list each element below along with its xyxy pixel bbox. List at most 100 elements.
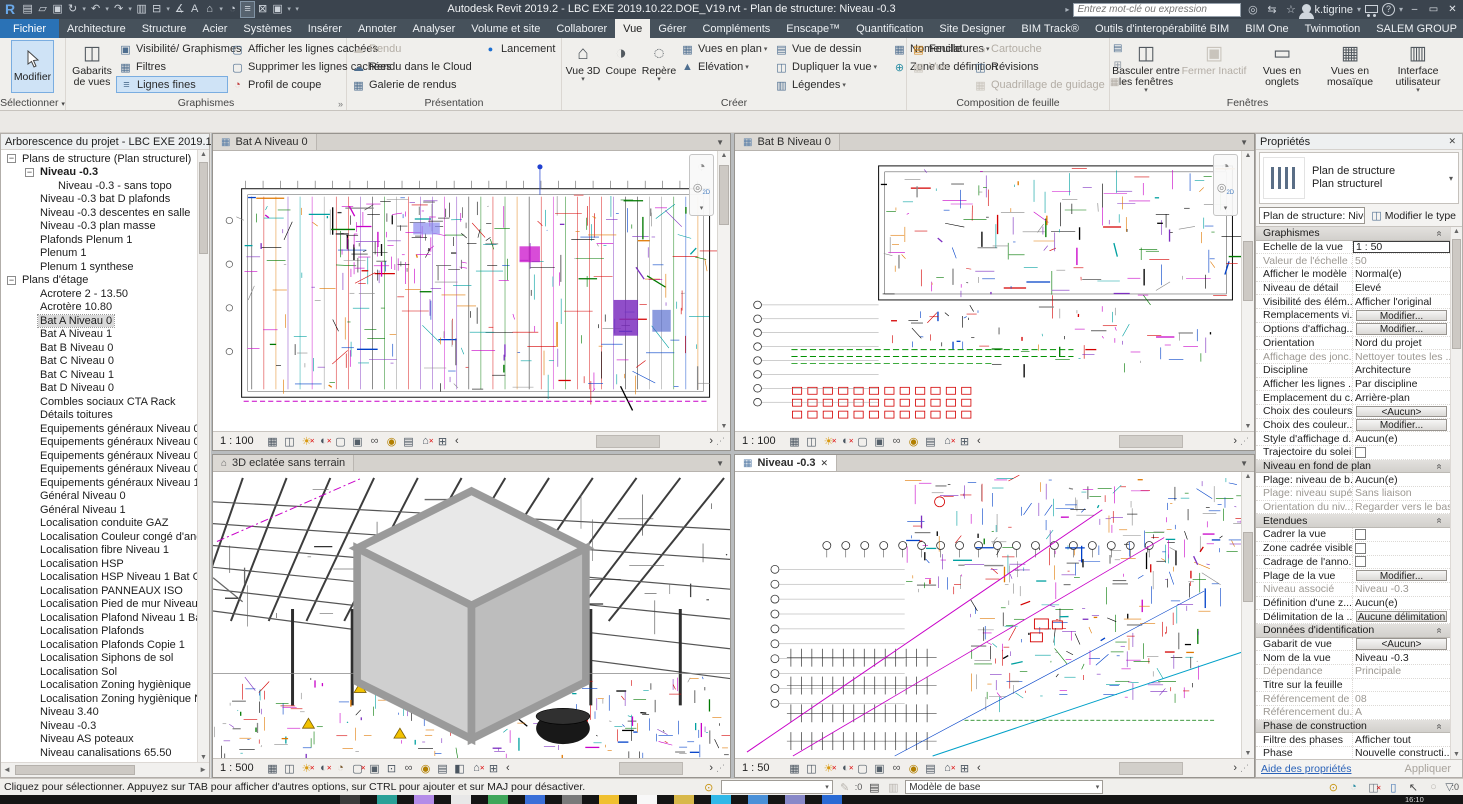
crop-view-icon[interactable]: ▢ xyxy=(854,435,871,448)
view-tab[interactable]: ▦Bat A Niveau 0 xyxy=(213,134,317,150)
tree-item[interactable]: Localisation Pied de mur Niveau 1 B xyxy=(1,598,197,612)
show-crop-icon[interactable]: ▣ xyxy=(871,762,888,775)
legends-button[interactable]: ▥Légendes▾ xyxy=(772,76,890,94)
properties-vertical-scrollbar[interactable]: ▲ ▼ xyxy=(1450,227,1462,759)
shadows-icon[interactable]: ◐ xyxy=(837,762,854,775)
scroll-left-icon[interactable]: ◄ xyxy=(3,765,11,774)
tree-item[interactable]: Général Niveau 0 xyxy=(1,490,197,504)
property-row[interactable]: Référencement du...A xyxy=(1256,706,1450,720)
expander-icon[interactable] xyxy=(25,735,34,744)
reveal-constraints-icon[interactable]: ⊞ xyxy=(485,762,502,775)
drawing-canvas[interactable] xyxy=(213,472,730,758)
view-templates-button[interactable]: ◫ Gabarits de vues xyxy=(68,39,116,88)
tree-item[interactable]: Equipements généraux Niveau 0 Ba xyxy=(1,449,197,463)
expander-icon[interactable] xyxy=(43,181,52,190)
expander-icon[interactable] xyxy=(25,505,34,514)
revisions-button[interactable]: ◫Révisions xyxy=(971,58,1109,76)
ribbon-tab[interactable]: Annoter xyxy=(350,19,405,38)
tree-item[interactable]: Niveau AS poteaux xyxy=(1,733,197,747)
restore-button[interactable]: ▭ xyxy=(1426,4,1441,15)
visibility-graphics-button[interactable]: ▣Visibilité/ Graphismes xyxy=(116,40,228,58)
tree-item[interactable]: Acrotère 10.80 xyxy=(1,301,197,315)
resize-grip-icon[interactable]: ⋰ xyxy=(716,763,727,774)
expander-icon[interactable] xyxy=(25,411,34,420)
visual-style-icon[interactable]: ◫ xyxy=(803,762,820,775)
property-row[interactable]: Orientation du niv...Regarder vers le ba… xyxy=(1256,501,1450,515)
ribbon-tab[interactable]: SALEM GROUP xyxy=(1368,19,1463,38)
expander-icon[interactable] xyxy=(25,465,34,474)
zoom-icon[interactable]: ◎2D xyxy=(1217,181,1234,196)
visual-style-icon[interactable]: ◫ xyxy=(803,435,820,448)
tree-item[interactable]: Général Niveau 1 xyxy=(1,503,197,517)
expander-icon[interactable] xyxy=(25,640,34,649)
tree-item[interactable]: Localisation Plafond Niveau 1 Bat xyxy=(1,611,197,625)
panel-label-select[interactable]: Sélectionner ▾ xyxy=(0,96,65,110)
expander-icon[interactable] xyxy=(25,208,34,217)
expander-icon[interactable] xyxy=(25,370,34,379)
expander-icon[interactable] xyxy=(25,249,34,258)
expander-icon[interactable] xyxy=(25,384,34,393)
taskbar-app-sliver[interactable] xyxy=(711,795,731,804)
analytical-model-icon[interactable]: ⌂ xyxy=(939,762,956,775)
taskbar-app-sliver[interactable] xyxy=(488,795,508,804)
duplicate-view-button[interactable]: ◫Dupliquer la vue▾ xyxy=(772,58,890,76)
tree-item[interactable]: Détails toitures xyxy=(1,409,197,423)
tree-item[interactable]: Combles sociaux CTA Rack xyxy=(1,395,197,409)
expander-icon[interactable] xyxy=(25,195,34,204)
ribbon-tab[interactable]: Enscape™ xyxy=(778,19,848,38)
drafting-view-button[interactable]: ▤Vue de dessin xyxy=(772,40,890,58)
print-icon[interactable]: ▥ xyxy=(134,1,149,18)
tree-item[interactable]: Bat D Niveau 0 xyxy=(1,382,197,396)
expander-icon[interactable] xyxy=(25,478,34,487)
property-row[interactable]: Emplacement du c...Arrière-plan xyxy=(1256,391,1450,405)
minimize-button[interactable]: – xyxy=(1407,4,1422,15)
scroll-right-icon[interactable]: › xyxy=(1230,435,1240,447)
scroll-thumb[interactable] xyxy=(199,162,208,254)
thin-lines-button[interactable]: ≡Lignes fines xyxy=(116,76,228,93)
ribbon-tab[interactable]: Systèmes xyxy=(235,19,299,38)
expander-icon[interactable] xyxy=(25,586,34,595)
analytical-model-icon[interactable]: ⌂ xyxy=(939,435,956,448)
text-icon[interactable]: A xyxy=(187,1,202,18)
detail-level-icon[interactable]: ▦ xyxy=(786,435,803,448)
expander-icon[interactable]: − xyxy=(7,276,16,285)
shadows-icon[interactable]: ◐ xyxy=(315,762,332,775)
property-row[interactable]: Niveau associéNiveau -0.3 xyxy=(1256,583,1450,597)
worksets-icon[interactable]: ⊙ xyxy=(702,781,716,794)
temporary-hide-isolate-icon[interactable]: ∞ xyxy=(366,435,383,448)
scale-control[interactable]: 1 : 100 xyxy=(216,435,264,447)
tree-item[interactable]: Acrotere 2 - 13.50 xyxy=(1,287,197,301)
visual-style-icon[interactable]: ◫ xyxy=(281,435,298,448)
expander-icon[interactable] xyxy=(25,235,34,244)
property-row[interactable]: Visibilité des élém...Afficher l'origina… xyxy=(1256,295,1450,309)
property-row[interactable]: Affichage des jonc...Nettoyer toutes les… xyxy=(1256,350,1450,364)
tree-item[interactable]: Localisation Plafonds xyxy=(1,625,197,639)
tree-item[interactable]: Localisation Siphons de sol xyxy=(1,652,197,666)
zoom-icon[interactable]: ◎2D xyxy=(693,181,710,196)
property-row[interactable]: Trajectoire du soleil xyxy=(1256,446,1450,460)
tile-views-button[interactable]: ▦Vues en mosaïque xyxy=(1316,39,1384,95)
property-row[interactable]: Zone cadrée visible xyxy=(1256,542,1450,556)
taskbar-app-sliver[interactable] xyxy=(414,795,434,804)
scroll-right-icon[interactable]: › xyxy=(1230,762,1240,774)
reveal-hidden-elements-icon[interactable]: ◉ xyxy=(417,762,434,775)
select-underlay-elements-icon[interactable]: ◫ xyxy=(1366,781,1380,794)
property-row[interactable]: Référencement de ...08 xyxy=(1256,692,1450,706)
detail-level-icon[interactable]: ▦ xyxy=(264,435,281,448)
canvas-vertical-scrollbar[interactable]: ▲▼ xyxy=(717,151,730,431)
show-crop-icon[interactable]: ▣ xyxy=(349,435,366,448)
tree-item[interactable]: Localisation Zoning hygiènique Niv xyxy=(1,692,197,706)
tab-views-button[interactable]: ▭Vues en onglets xyxy=(1248,39,1316,95)
property-row[interactable]: Etendues xyxy=(1256,514,1450,528)
view-button[interactable]: ▦Vue xyxy=(909,58,971,76)
scale-control[interactable]: 1 : 500 xyxy=(216,762,264,774)
redo-icon[interactable]: ↷ xyxy=(111,1,126,18)
tree-item[interactable]: Bat B Niveau 0 xyxy=(1,341,197,355)
tree-item[interactable]: Niveau -0.3 xyxy=(1,719,197,733)
expander-icon[interactable] xyxy=(25,559,34,568)
close-button[interactable]: ✕ xyxy=(1445,4,1460,15)
measure-caret-icon[interactable]: ▾ xyxy=(164,1,172,18)
3d-view-button[interactable]: ⌂Vue 3D▾ xyxy=(564,39,602,84)
scroll-right-icon[interactable]: › xyxy=(706,762,716,774)
expander-icon[interactable] xyxy=(25,357,34,366)
